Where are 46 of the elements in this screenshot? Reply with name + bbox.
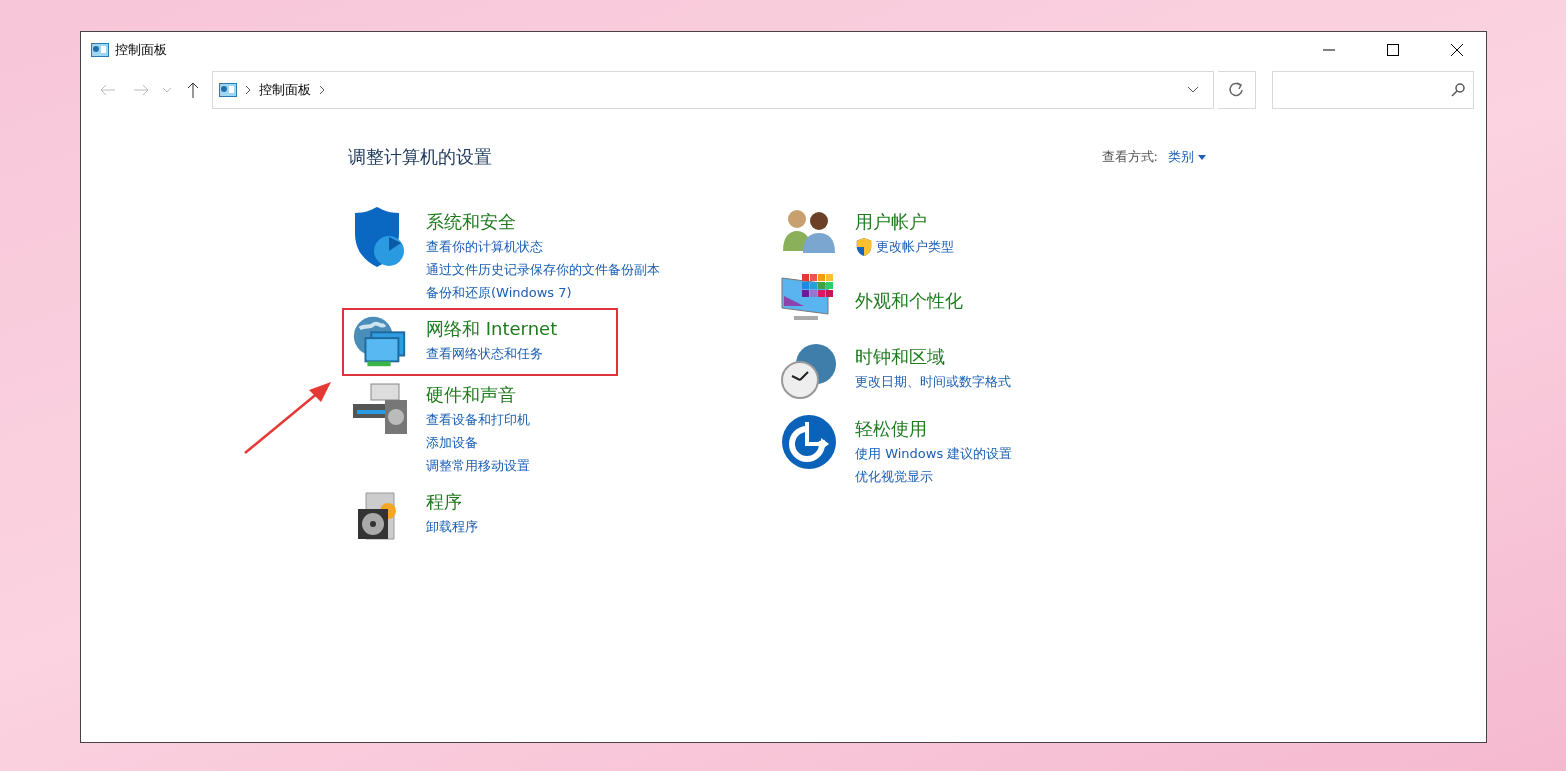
printer-speaker-icon: [351, 380, 409, 436]
category-link[interactable]: 轻松使用: [855, 416, 1013, 442]
dropdown-icon[interactable]: [1186, 86, 1199, 94]
clock-globe-icon: [780, 342, 838, 400]
address-bar[interactable]: 控制面板: [211, 71, 1214, 109]
task-link[interactable]: 优化视觉显示: [855, 465, 1013, 488]
task-link[interactable]: 查看网络状态和任务: [426, 342, 558, 365]
refresh-icon: [1228, 82, 1245, 98]
task-link[interactable]: 更改帐户类型: [855, 235, 954, 258]
users-icon: [781, 207, 837, 253]
category-link[interactable]: 外观和个性化: [855, 288, 963, 314]
close-icon: [1451, 44, 1463, 56]
task-link[interactable]: 添加设备: [426, 431, 530, 454]
category-link[interactable]: 系统和安全: [426, 209, 660, 235]
up-arrow-icon: [186, 82, 199, 98]
task-link[interactable]: 备份和还原(Windows 7): [426, 281, 660, 304]
search-icon: [1451, 83, 1465, 97]
refresh-button[interactable]: [1217, 71, 1256, 109]
view-by-label: 查看方式:: [1101, 148, 1158, 166]
caret-icon: [162, 87, 173, 93]
breadcrumb-item[interactable]: 控制面板: [258, 81, 311, 99]
task-link[interactable]: 查看设备和打印机: [426, 408, 530, 431]
task-link[interactable]: 通过文件历史记录保存你的文件备份副本: [426, 258, 660, 281]
category-link[interactable]: 程序: [426, 489, 478, 515]
category-link[interactable]: 网络和 Internet: [426, 316, 558, 342]
page-heading: 调整计算机的设置: [348, 145, 492, 169]
category-link[interactable]: 硬件和声音: [426, 382, 530, 408]
caret-icon: [1198, 154, 1206, 160]
chevron-icon: [318, 85, 325, 95]
control-panel-icon: [218, 82, 237, 98]
task-link[interactable]: 使用 Windows 建议的设置: [855, 442, 1013, 465]
task-link[interactable]: 更改日期、时间或数字格式: [855, 370, 1011, 393]
category-link[interactable]: 时钟和区域: [855, 344, 1011, 370]
forward-arrow-icon: [133, 84, 150, 96]
task-link[interactable]: 卸载程序: [426, 515, 478, 538]
maximize-icon: [1387, 44, 1399, 56]
category-link[interactable]: 用户帐户: [855, 209, 954, 235]
ease-of-access-icon: [781, 414, 837, 470]
chevron-icon: [244, 85, 251, 95]
window-title: 控制面板: [115, 41, 168, 59]
task-link[interactable]: 查看你的计算机状态: [426, 235, 660, 258]
view-by-dropdown[interactable]: 类别: [1168, 148, 1206, 166]
back-arrow-icon: [99, 84, 116, 96]
control-panel-icon: [91, 42, 109, 58]
search-field[interactable]: [1272, 71, 1474, 109]
task-link[interactable]: 调整常用移动设置: [426, 454, 530, 477]
